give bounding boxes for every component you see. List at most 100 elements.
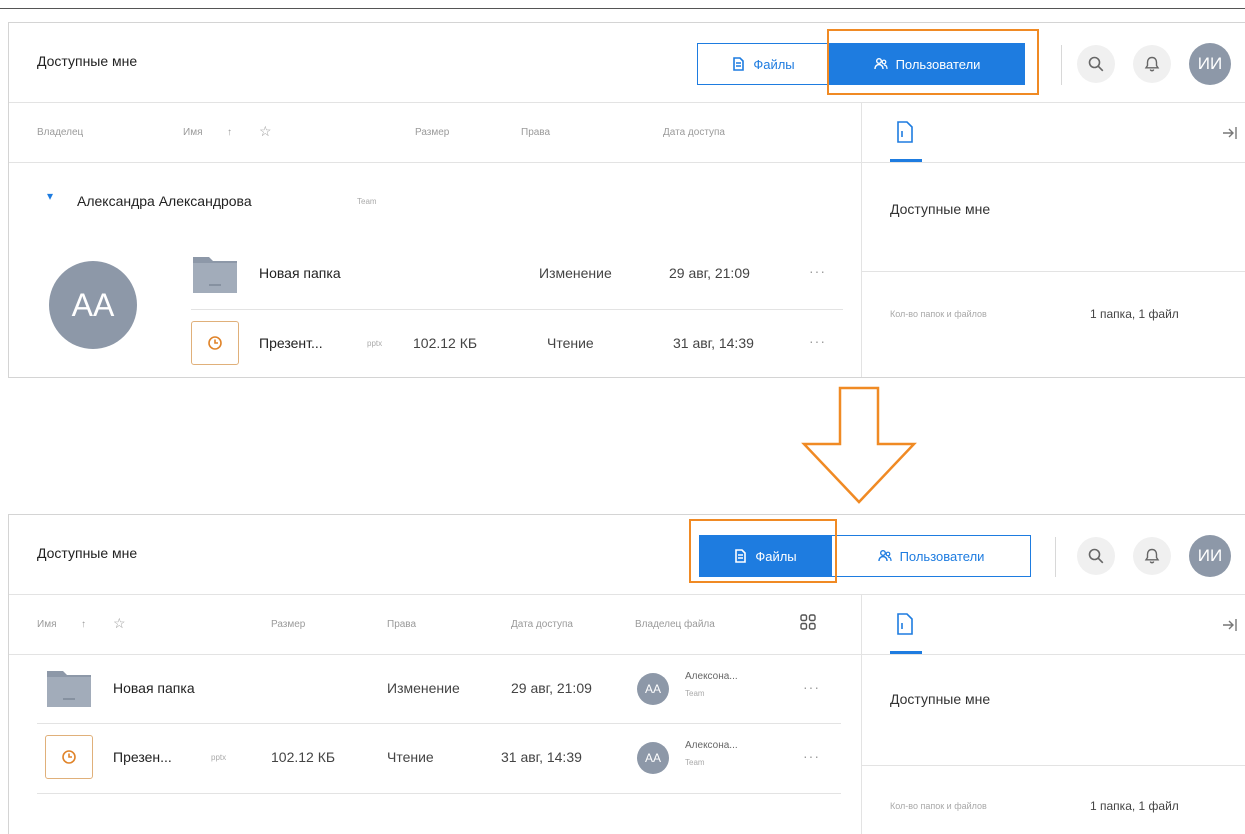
row-date: 29 авг, 21:09	[511, 680, 592, 696]
column-rights[interactable]: Права	[387, 619, 416, 630]
info-panel-tabs	[862, 103, 1245, 163]
row-rights: Чтение	[547, 335, 594, 351]
items-count-value: 1 папка, 1 файл	[1090, 799, 1179, 813]
info-panel-tabs	[862, 595, 1245, 655]
search-button[interactable]	[1077, 537, 1115, 575]
file-info-icon[interactable]	[896, 613, 914, 635]
row-rights: Изменение	[539, 265, 612, 281]
row-name[interactable]: Презент...	[259, 335, 323, 351]
file-info-icon[interactable]	[896, 121, 914, 143]
row-extension: pptx	[367, 339, 383, 348]
column-rights[interactable]: Права	[521, 127, 550, 138]
presentation-file-icon	[45, 735, 93, 779]
info-divider	[862, 765, 1245, 766]
owner-name: Алексона...	[685, 740, 738, 751]
search-button[interactable]	[1077, 45, 1115, 83]
column-name[interactable]: Имя	[183, 127, 202, 138]
column-owner[interactable]: Владелец	[37, 127, 83, 138]
owner-tag: Team	[685, 758, 705, 767]
items-count-value: 1 папка, 1 файл	[1090, 307, 1179, 321]
info-panel-title: Доступные мне	[890, 201, 991, 217]
page-title: Доступные мне	[37, 545, 138, 561]
owner-avatar: АА	[49, 261, 137, 349]
clock-icon	[62, 750, 76, 764]
more-options-icon[interactable]: ···	[803, 679, 820, 695]
row-size: 102.12 КБ	[271, 749, 336, 765]
collapse-panel-icon[interactable]	[1221, 617, 1239, 633]
bell-icon	[1144, 548, 1160, 564]
row-date: 31 авг, 14:39	[501, 749, 582, 765]
folder-icon	[47, 671, 91, 707]
presentation-file-icon	[191, 321, 239, 365]
info-panel: Доступные мне Кол-во папок и файлов 1 па…	[861, 595, 1245, 834]
tab-users[interactable]: Пользователи	[831, 535, 1031, 577]
group-owner-tag: Team	[357, 197, 377, 206]
row-name[interactable]: Презен...	[113, 749, 172, 765]
more-options-icon[interactable]: ···	[803, 748, 820, 764]
column-access-date[interactable]: Дата доступа	[511, 619, 573, 630]
favorite-star-icon[interactable]: ☆	[113, 615, 126, 632]
more-options-icon[interactable]: ···	[809, 333, 826, 349]
info-panel: Доступные мне Кол-во папок и файлов 1 па…	[861, 103, 1245, 377]
header-bar: Доступные мне Файлы Пользователи ИИ	[9, 515, 1245, 595]
row-name[interactable]: Новая папка	[259, 265, 341, 281]
column-header-row: Владелец Имя ↑ ☆ Размер Права Дата досту…	[9, 103, 861, 163]
row-divider	[191, 309, 843, 310]
column-access-date[interactable]: Дата доступа	[663, 127, 725, 138]
column-size[interactable]: Размер	[271, 619, 305, 630]
header-bar: Доступные мне Файлы Пользователи ИИ	[9, 23, 1245, 103]
notifications-button[interactable]	[1133, 537, 1171, 575]
tab-users-label: Пользователи	[895, 56, 981, 72]
users-icon	[877, 550, 892, 562]
folder-icon	[193, 257, 237, 293]
clock-icon	[208, 336, 222, 350]
row-rights: Изменение	[387, 680, 460, 696]
row-rights: Чтение	[387, 749, 434, 765]
header-separator	[1055, 537, 1056, 577]
favorite-star-icon[interactable]: ☆	[259, 123, 272, 140]
transition-arrow-icon	[801, 386, 917, 504]
tab-files[interactable]: Файлы	[697, 43, 829, 85]
user-avatar[interactable]: ИИ	[1189, 535, 1231, 577]
bell-icon	[1144, 56, 1160, 72]
tab-files-label: Файлы	[753, 56, 795, 72]
tab-users-label: Пользователи	[899, 548, 985, 564]
user-avatar[interactable]: ИИ	[1189, 43, 1231, 85]
group-owner-name: Александра Александрова	[77, 193, 252, 209]
row-divider	[37, 793, 841, 794]
active-tab-indicator	[890, 159, 922, 162]
file-icon	[735, 549, 747, 563]
header-separator	[1061, 45, 1062, 85]
column-header-row: Имя ↑ ☆ Размер Права Дата доступа Владел…	[9, 595, 861, 655]
tab-files-label: Файлы	[755, 548, 797, 564]
sort-arrow-icon[interactable]: ↑	[227, 127, 232, 138]
row-extension: pptx	[211, 753, 227, 762]
owner-avatar: АА	[637, 673, 669, 705]
view-switcher: Файлы Пользователи	[699, 535, 1031, 577]
collapse-panel-icon[interactable]	[1221, 125, 1239, 141]
search-icon	[1088, 56, 1104, 72]
notifications-button[interactable]	[1133, 45, 1171, 83]
tab-files[interactable]: Файлы	[699, 535, 831, 577]
grid-view-icon[interactable]	[799, 613, 817, 631]
column-name[interactable]: Имя	[37, 619, 56, 630]
column-file-owner[interactable]: Владелец файла	[635, 619, 715, 630]
panel-files-view: Доступные мне Файлы Пользователи ИИ Имя …	[8, 514, 1245, 834]
tab-users[interactable]: Пользователи	[829, 43, 1025, 85]
more-options-icon[interactable]: ···	[809, 263, 826, 279]
page-title: Доступные мне	[37, 53, 138, 69]
column-size[interactable]: Размер	[415, 127, 449, 138]
row-date: 29 авг, 21:09	[669, 265, 750, 281]
users-icon	[873, 58, 888, 70]
items-count-label: Кол-во папок и файлов	[890, 801, 987, 811]
file-icon	[733, 57, 745, 71]
view-switcher: Файлы Пользователи	[697, 43, 1025, 85]
collapse-group-icon[interactable]: ▾	[47, 189, 53, 203]
search-icon	[1088, 548, 1104, 564]
sort-arrow-icon[interactable]: ↑	[81, 619, 86, 630]
row-name[interactable]: Новая папка	[113, 680, 195, 696]
row-size: 102.12 КБ	[413, 335, 478, 351]
owner-name: Алексона...	[685, 671, 738, 682]
top-divider-line	[0, 8, 1245, 9]
row-divider	[37, 723, 841, 724]
